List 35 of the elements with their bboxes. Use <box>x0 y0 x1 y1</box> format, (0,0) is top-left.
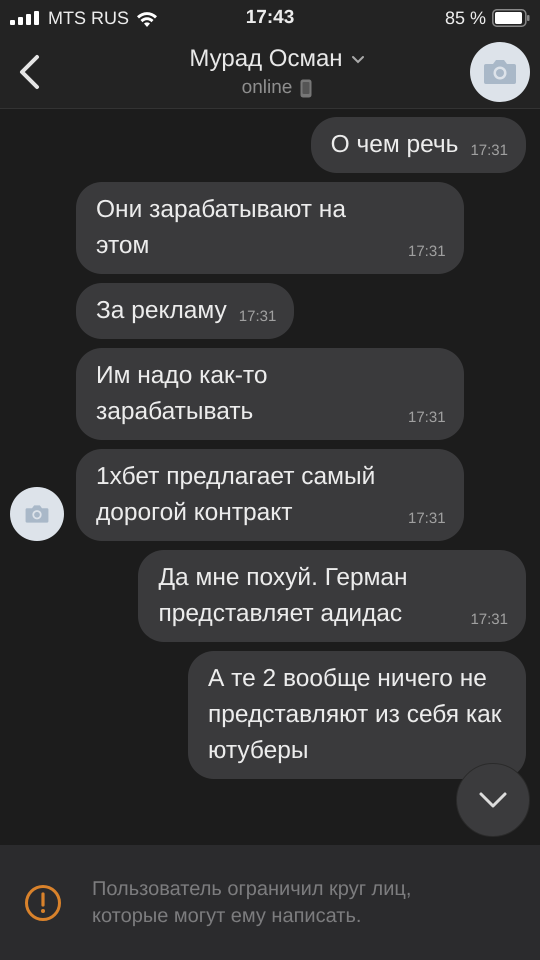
message-time: 17:31 <box>408 408 446 428</box>
restriction-notice: Пользователь ограничил круг лиц, которые могут ему написать. <box>92 876 412 928</box>
clock-time: 17:43 <box>246 7 294 29</box>
carrier-name: MTS RUS <box>48 8 129 28</box>
chevron-down-icon[interactable] <box>350 54 365 64</box>
battery-icon <box>492 9 530 27</box>
wifi-icon <box>135 10 159 26</box>
message-text: Они зарабатывают на этом <box>96 195 347 261</box>
message-bubble[interactable]: 1хбет предлагает самый дорогой контракт 17:31 <box>76 449 464 541</box>
message-time: 17:31 <box>470 610 508 630</box>
message-time: 17:31 <box>408 509 446 529</box>
camera-icon <box>482 58 518 86</box>
message-time: 17:31 <box>238 307 276 327</box>
warning-icon <box>24 884 62 922</box>
message-text: За рекламу <box>96 296 227 326</box>
message-bubble[interactable]: Им надо как-то зарабатывать 17:31 <box>76 348 464 440</box>
message-text: Им надо как-то зарабатывать <box>96 361 268 427</box>
message-text: О чем речь <box>330 130 458 160</box>
message-text: 1хбет предлагает самый дорогой контракт <box>96 462 376 528</box>
online-status: online <box>242 77 292 99</box>
signal-icon <box>10 11 42 25</box>
message-time: 17:31 <box>470 141 508 161</box>
message-time: 17:31 <box>408 242 446 262</box>
message-bubble[interactable]: А те 2 вообще ничего не представляют из себя как ютуберы <box>188 651 526 779</box>
phone-icon <box>300 78 312 98</box>
avatar[interactable] <box>10 487 64 541</box>
contact-name[interactable]: Мурад Осман <box>189 45 343 73</box>
message-bubble[interactable]: Они зарабатывают на этом 17:31 <box>76 182 464 274</box>
camera-icon <box>24 504 50 524</box>
message-text: Да мне похуй. Герман представляет адидас <box>158 563 409 629</box>
message-text: А те 2 вообще ничего не представляют из себя как ютуберы <box>208 664 502 766</box>
battery-percent: 85 % <box>444 8 486 28</box>
message-bubble[interactable]: Да мне похуй. Герман представляет адидас 17:31 <box>138 550 526 642</box>
message-bubble[interactable]: За рекламу 17:31 <box>76 283 294 339</box>
message-bubble[interactable]: О чем речь 17:31 <box>310 117 526 173</box>
